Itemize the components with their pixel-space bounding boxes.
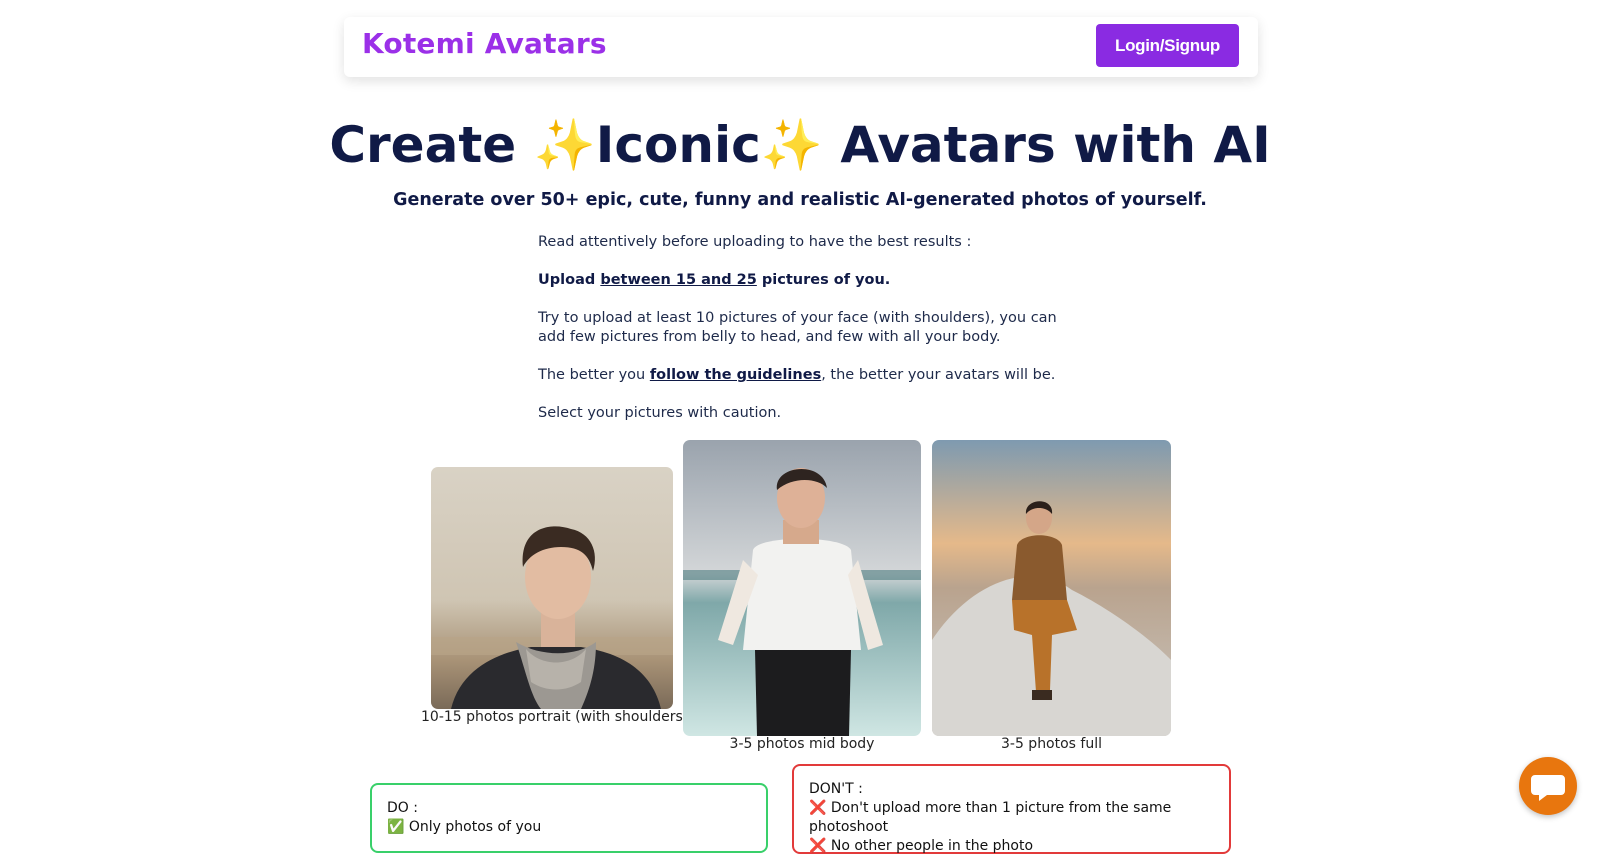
full-body-example-photo bbox=[932, 440, 1171, 736]
page-title: Create ✨Iconic✨ Avatars with AI bbox=[329, 116, 1271, 174]
instructions-guidelines: The better you follow the guidelines, th… bbox=[538, 366, 1078, 385]
portrait-photo-illustration bbox=[431, 467, 673, 709]
upload-count-link[interactable]: between 15 and 25 bbox=[600, 272, 757, 288]
do-title: DO : bbox=[387, 800, 418, 816]
full-body-photo-illustration bbox=[932, 440, 1171, 736]
dont-guidelines-box: DON'T : ❌ Don't upload more than 1 pictu… bbox=[792, 764, 1231, 854]
chat-bubble-icon bbox=[1531, 775, 1565, 801]
instructions-upload: Upload between 15 and 25 pictures of you… bbox=[538, 271, 1078, 290]
chat-support-button[interactable] bbox=[1519, 757, 1577, 815]
upload-prefix: Upload bbox=[538, 272, 601, 288]
upload-suffix: pictures of you. bbox=[756, 272, 891, 288]
portrait-caption: 10-15 photos portrait (with shoulders) bbox=[421, 709, 689, 725]
page-subtitle: Generate over 50+ epic, cute, funny and … bbox=[393, 190, 1207, 210]
navbar: Kotemi Avatars Login/Signup bbox=[344, 17, 1258, 77]
instructions-tip: Try to upload at least 10 pictures of yo… bbox=[538, 310, 1057, 345]
instructions-caution: Select your pictures with caution. bbox=[538, 405, 782, 421]
instructions-intro: Read attentively before uploading to hav… bbox=[538, 234, 972, 250]
do-item: ✅ Only photos of you bbox=[387, 819, 542, 835]
dont-title: DON'T : bbox=[809, 781, 863, 797]
guidelines-link[interactable]: follow the guidelines bbox=[650, 367, 821, 383]
mid-body-photo-illustration bbox=[683, 440, 921, 736]
guidelines-prefix: The better you bbox=[538, 367, 650, 383]
portrait-example-photo bbox=[431, 467, 673, 709]
mid-body-example-photo bbox=[683, 440, 921, 736]
full-body-caption: 3-5 photos full bbox=[1000, 736, 1103, 752]
do-guidelines-box: DO : ✅ Only photos of you bbox=[370, 783, 768, 853]
mid-body-caption: 3-5 photos mid body bbox=[729, 736, 875, 752]
login-signup-button[interactable]: Login/Signup bbox=[1096, 24, 1239, 67]
dont-item: ❌ Don't upload more than 1 picture from … bbox=[809, 800, 1172, 835]
dont-item: ❌ No other people in the photo bbox=[809, 838, 1034, 854]
guidelines-suffix: , the better your avatars will be. bbox=[821, 367, 1056, 383]
brand-logo[interactable]: Kotemi Avatars bbox=[362, 27, 607, 60]
